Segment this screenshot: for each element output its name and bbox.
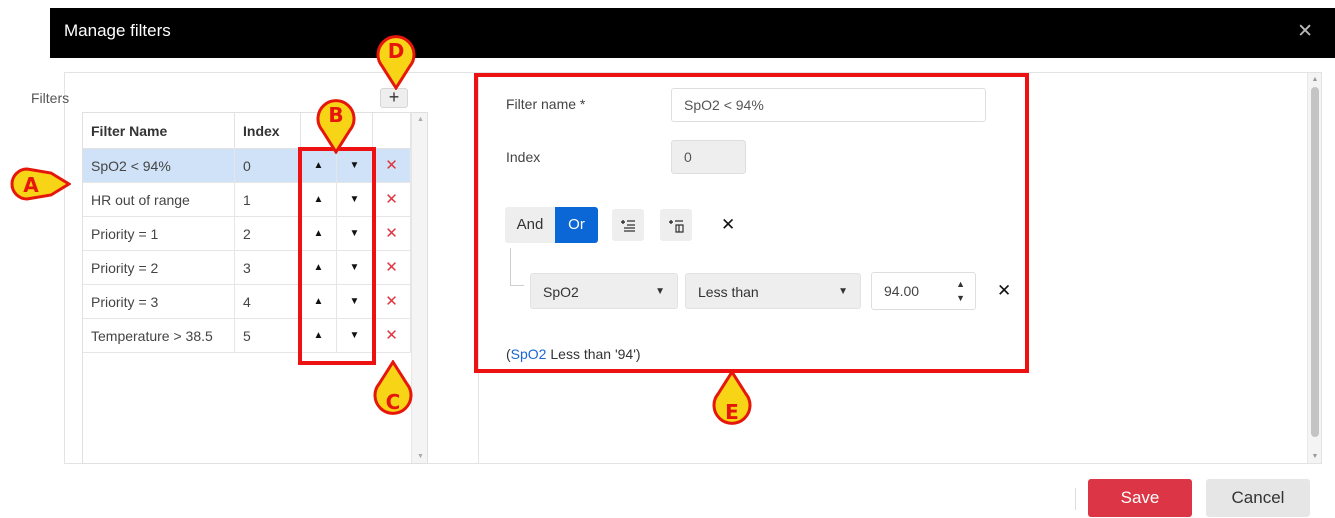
- table-row[interactable]: Priority = 2 3 ▲ ▼ ✕: [83, 251, 427, 285]
- filter-name-cell: Priority = 1: [83, 217, 235, 251]
- column-header-filter-name: Filter Name: [83, 113, 235, 149]
- table-row[interactable]: SpO2 < 94% 0 ▲ ▼ ✕: [83, 149, 427, 183]
- table-row[interactable]: Priority = 3 4 ▲ ▼ ✕: [83, 285, 427, 319]
- scrollbar-thumb[interactable]: [1311, 87, 1319, 437]
- annotation-marker-d: D: [376, 35, 416, 90]
- main-scrollbar[interactable]: ▲ ▼: [1307, 73, 1321, 463]
- scroll-down-arrow-icon[interactable]: ▼: [1308, 453, 1322, 460]
- annotation-marker-b-label: B: [328, 103, 343, 127]
- delete-filter-button[interactable]: ✕: [373, 183, 411, 217]
- table-scroll-down-icon[interactable]: ▼: [412, 453, 427, 460]
- table-header: Filter Name Index: [83, 113, 427, 149]
- annotation-box-b: [298, 147, 376, 365]
- annotation-box-e: [474, 73, 1029, 373]
- filter-index-cell: 4: [235, 285, 301, 319]
- save-button[interactable]: Save: [1088, 479, 1192, 517]
- filter-name-cell: SpO2 < 94%: [83, 149, 235, 183]
- annotation-marker-d-label: D: [388, 39, 405, 63]
- annotation-marker-c: C: [373, 360, 413, 415]
- close-icon[interactable]: ✕: [1297, 22, 1313, 41]
- column-header-index: Index: [235, 113, 301, 149]
- table-body: SpO2 < 94% 0 ▲ ▼ ✕ HR out of range 1 ▲ ▼ ✕ Priorit…: [83, 149, 427, 353]
- column-header-delete: [373, 113, 411, 149]
- filter-name-cell: Temperature > 38.5: [83, 319, 235, 353]
- scroll-up-arrow-icon[interactable]: ▲: [1308, 76, 1322, 83]
- dialog-title: Manage filters: [64, 21, 171, 40]
- delete-filter-button[interactable]: ✕: [373, 285, 411, 319]
- filter-name-cell: Priority = 2: [83, 251, 235, 285]
- delete-filter-button[interactable]: ✕: [373, 319, 411, 353]
- annotation-marker-e: E: [712, 370, 752, 425]
- delete-filter-button[interactable]: ✕: [373, 251, 411, 285]
- annotation-marker-b: B: [316, 99, 356, 154]
- filter-index-cell: 3: [235, 251, 301, 285]
- cancel-button[interactable]: Cancel: [1206, 479, 1310, 517]
- annotation-marker-c-label: C: [386, 390, 401, 414]
- annotation-marker-a-label: A: [23, 173, 39, 197]
- annotation-marker-e-label: E: [725, 400, 739, 424]
- delete-filter-button[interactable]: ✕: [373, 217, 411, 251]
- delete-filter-button[interactable]: ✕: [373, 149, 411, 183]
- filter-index-cell: 5: [235, 319, 301, 353]
- table-row[interactable]: Temperature > 38.5 5 ▲ ▼ ✕: [83, 319, 427, 353]
- filter-index-cell: 0: [235, 149, 301, 183]
- filter-name-cell: Priority = 3: [83, 285, 235, 319]
- dialog-title-bar: Manage filters ✕: [50, 8, 1335, 58]
- table-row[interactable]: Priority = 1 2 ▲ ▼ ✕: [83, 217, 427, 251]
- add-filter-button[interactable]: +: [380, 88, 408, 108]
- footer-separator: [1075, 488, 1076, 510]
- annotation-marker-a: A: [10, 167, 71, 201]
- table-row[interactable]: HR out of range 1 ▲ ▼ ✕: [83, 183, 427, 217]
- filter-name-cell: HR out of range: [83, 183, 235, 217]
- filter-index-cell: 1: [235, 183, 301, 217]
- table-scroll-up-icon[interactable]: ▲: [412, 116, 427, 123]
- filter-index-cell: 2: [235, 217, 301, 251]
- filters-label: Filters: [31, 90, 70, 106]
